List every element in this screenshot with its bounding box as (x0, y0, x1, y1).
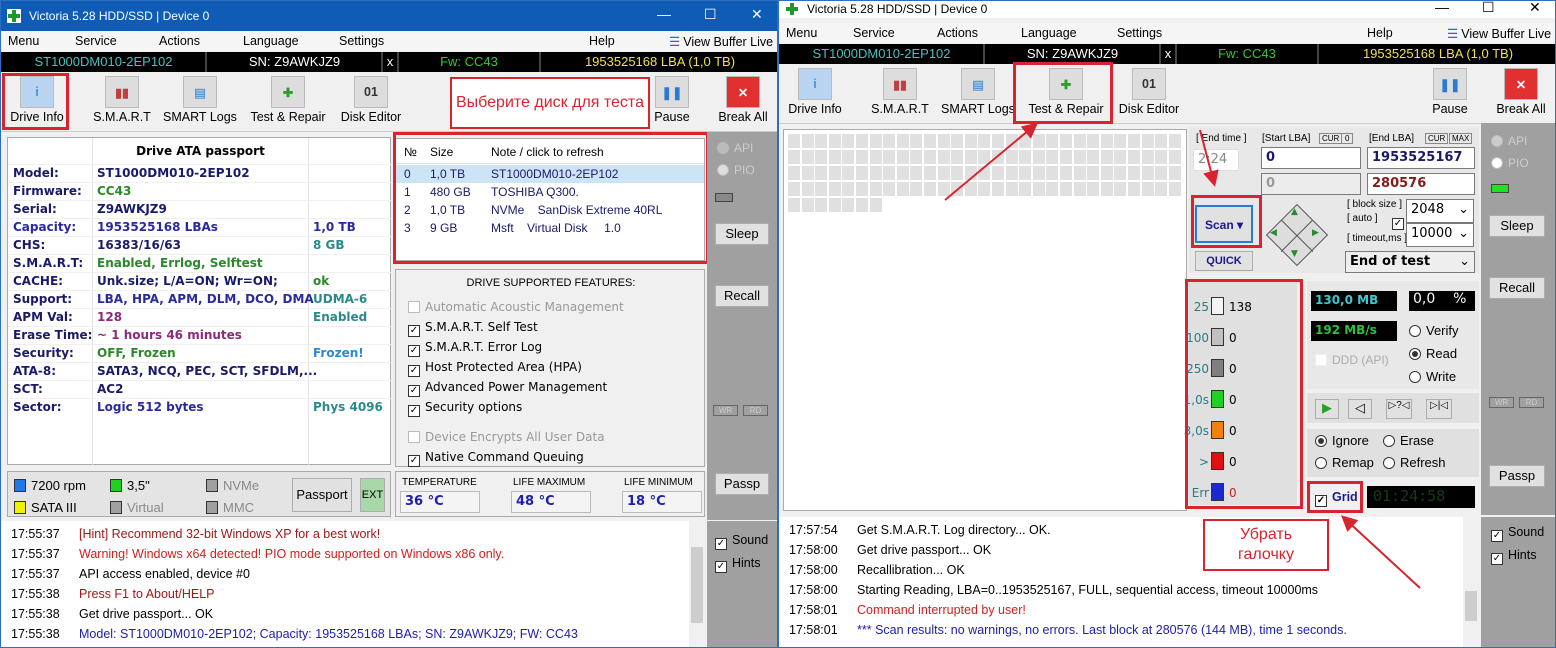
arrow-to-test-repair (944, 122, 1039, 201)
arrow-to-scan (1199, 129, 1219, 187)
annotation-arrows (944, 122, 1421, 589)
arrow-to-grid (1341, 515, 1421, 589)
